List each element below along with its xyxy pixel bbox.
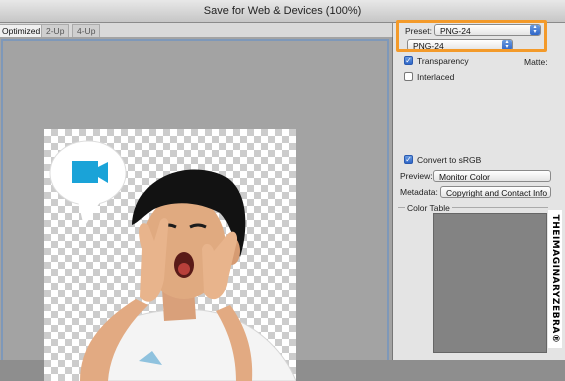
preset-highlight-box [396, 20, 547, 52]
color-table-label: Color Table [405, 203, 452, 213]
shouting-boy-image [49, 140, 296, 381]
transparency-label: Transparency [417, 56, 469, 66]
tab-optimized-label: Optimized [2, 26, 41, 36]
transparency-checkbox[interactable]: ✓ [404, 56, 413, 65]
metadata-label: Metadata: [400, 187, 438, 197]
watermark: THEIMAGINARYZEBRA® [548, 210, 562, 348]
view-tabs: Optimized 2-Up 4-Up [0, 23, 392, 38]
metadata-select[interactable]: Copyright and Contact Info [440, 186, 551, 198]
preview-label: Preview: [400, 171, 433, 181]
watermark-text: THEIMAGINARYZEBRA® [550, 214, 560, 344]
convert-srgb-checkbox[interactable]: ✓ [404, 155, 413, 164]
matte-label: Matte: [524, 57, 548, 67]
color-table[interactable] [433, 213, 547, 353]
metadata-value: Copyright and Contact Info [446, 188, 548, 198]
speech-bubble [49, 140, 127, 227]
convert-srgb-label: Convert to sRGB [417, 155, 482, 165]
image-preview-area[interactable] [0, 37, 393, 381]
preview-select[interactable]: Monitor Color [433, 170, 551, 182]
window-title: Save for Web & Devices (100%) [203, 5, 362, 17]
tab-2-up-label: 2-Up [46, 26, 65, 36]
interlaced-label: Interlaced [417, 72, 455, 82]
tab-4-up-label: 4-Up [77, 26, 96, 36]
tab-2-up[interactable]: 2-Up [41, 24, 70, 38]
tab-4-up[interactable]: 4-Up [72, 24, 101, 38]
tab-optimized[interactable]: Optimized [0, 24, 46, 38]
preview-value: Monitor Color [439, 172, 491, 182]
interlaced-checkbox[interactable] [404, 72, 413, 81]
image-canvas[interactable] [44, 129, 296, 381]
